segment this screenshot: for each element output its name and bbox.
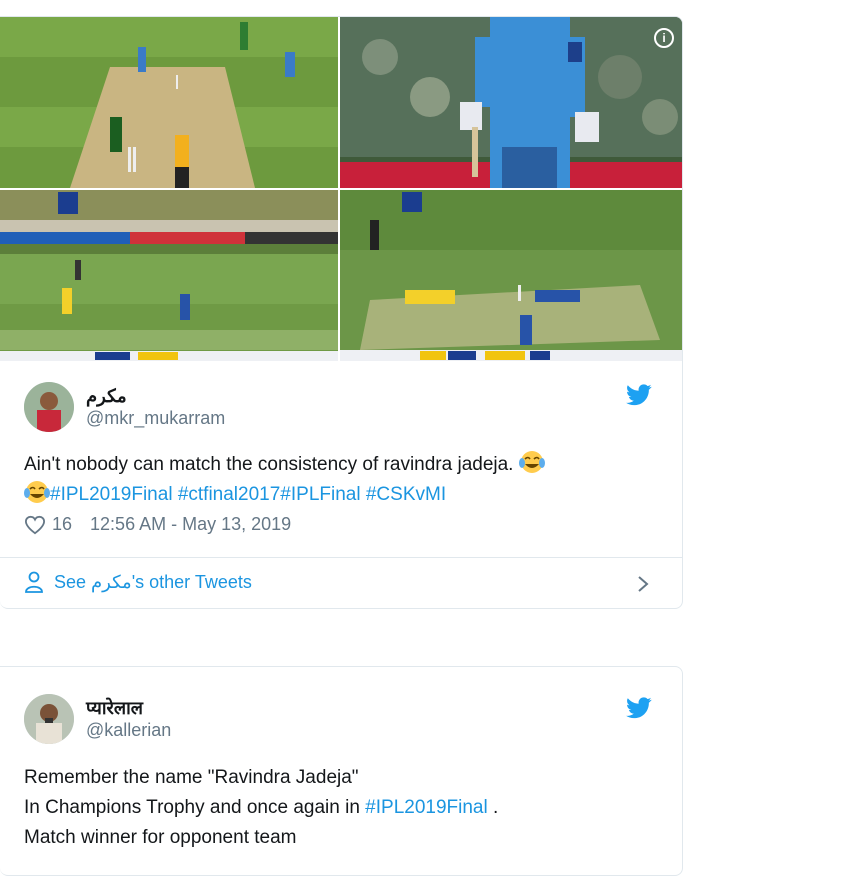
hashtag-link[interactable]: #IPLFinal xyxy=(280,484,360,505)
avatar[interactable] xyxy=(24,382,74,432)
person-icon xyxy=(25,571,43,593)
tweet-text-line: Remember the name "Ravindra Jadeja" xyxy=(24,767,359,788)
hashtag-link[interactable]: #ctfinal2017 xyxy=(178,484,280,505)
tweet-author[interactable]: مکرم @mkr_mukarram xyxy=(24,382,225,432)
user-handle[interactable]: @mkr_mukarram xyxy=(86,407,225,429)
tears-of-joy-emoji-icon xyxy=(24,481,50,503)
display-name[interactable]: مکرم xyxy=(86,385,225,407)
see-other-tweets-label[interactable]: See مکرم's other Tweets xyxy=(54,572,252,593)
avatar[interactable] xyxy=(24,694,74,744)
like-count[interactable]: 16 xyxy=(52,514,72,535)
hashtag-link[interactable]: #IPL2019Final xyxy=(50,484,173,505)
twitter-bird-icon[interactable] xyxy=(626,697,652,719)
tears-of-joy-emoji-icon xyxy=(518,451,545,473)
see-other-tweets-link[interactable]: See مکرم's other Tweets xyxy=(24,571,252,593)
tweet-text: Remember the name "Ravindra Jadeja" In C… xyxy=(24,763,498,853)
media-photo[interactable] xyxy=(340,190,682,361)
media-photo[interactable] xyxy=(0,190,338,361)
tweet-card[interactable]: i مکرم @mkr_mukarram Ain't nobody can ma… xyxy=(0,16,683,609)
tweet-text-body: In Champions Trophy and once again in xyxy=(24,797,366,818)
hashtag-link[interactable]: #CSKvMI xyxy=(366,484,446,505)
timestamp[interactable]: 12:56 AM - May 13, 2019 xyxy=(90,514,291,535)
info-icon[interactable]: i xyxy=(654,28,674,48)
tweet-text: Ain't nobody can match the consistency o… xyxy=(24,450,545,510)
tweet-meta: 16 12:56 AM - May 13, 2019 xyxy=(24,514,291,535)
media-grid[interactable]: i xyxy=(0,17,682,361)
tweet-text-body: Ain't nobody can match the consistency o… xyxy=(24,454,519,475)
media-photo[interactable]: i xyxy=(340,17,682,188)
hashtag-link[interactable]: #IPL2019Final xyxy=(365,797,488,818)
user-handle[interactable]: @kallerian xyxy=(86,719,171,741)
tweet-text-body: . xyxy=(487,797,499,818)
tweet-author[interactable]: प्यारेलाल @kallerian xyxy=(24,694,171,744)
divider xyxy=(0,557,682,558)
twitter-bird-icon[interactable] xyxy=(626,384,652,406)
tweet-text-line: Match winner for opponent team xyxy=(24,827,297,848)
media-photo[interactable] xyxy=(0,17,338,188)
heart-icon[interactable] xyxy=(24,515,46,535)
chevron-right-icon[interactable] xyxy=(636,575,650,593)
display-name[interactable]: प्यारेलाल xyxy=(86,697,171,719)
tweet-card[interactable]: प्यारेलाल @kallerian Remember the name "… xyxy=(0,666,683,876)
